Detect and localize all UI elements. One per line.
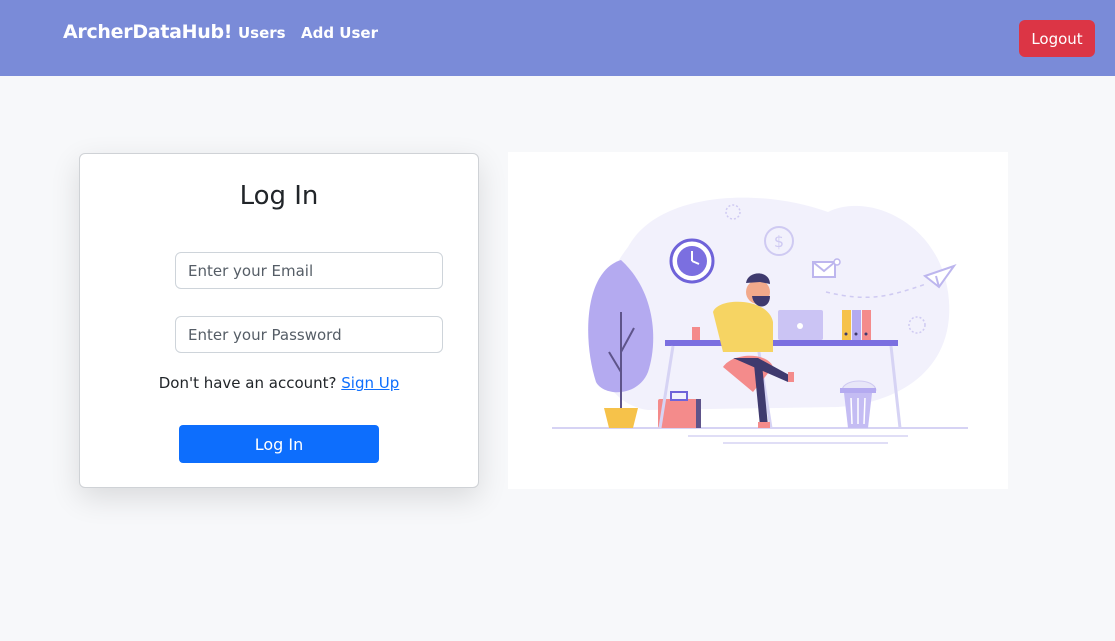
signup-prompt-text: Don't have an account? xyxy=(158,374,337,392)
workspace-illustration: $ xyxy=(508,152,1008,489)
clock-icon xyxy=(669,238,715,284)
email-input[interactable] xyxy=(175,252,443,289)
cup xyxy=(692,327,700,340)
signup-prompt-line: Don't have an account? Sign Up xyxy=(80,374,478,392)
laptop-icon xyxy=(778,310,823,340)
signup-link[interactable]: Sign Up xyxy=(341,374,399,392)
nav-link-users[interactable]: Users xyxy=(238,24,286,42)
nav-link-add-user[interactable]: Add User xyxy=(301,24,378,42)
trash-can-icon xyxy=(840,380,877,428)
background-blob-small xyxy=(830,210,866,254)
password-input[interactable] xyxy=(175,316,443,353)
navbar: ArcherDataHub! Users Add User Logout xyxy=(0,0,1115,76)
brand-logo[interactable]: ArcherDataHub! xyxy=(63,21,232,43)
mail-icon xyxy=(812,258,841,278)
svg-text:$: $ xyxy=(774,232,784,251)
desk-top xyxy=(665,340,898,346)
logout-button[interactable]: Logout xyxy=(1019,20,1095,57)
illustration-svg: $ xyxy=(552,197,968,444)
login-title: Log In xyxy=(239,181,319,211)
login-submit-button[interactable]: Log In xyxy=(179,425,379,463)
folders-icon xyxy=(842,310,871,340)
login-card: Log In Don't have an account? Sign Up Lo… xyxy=(79,153,479,488)
